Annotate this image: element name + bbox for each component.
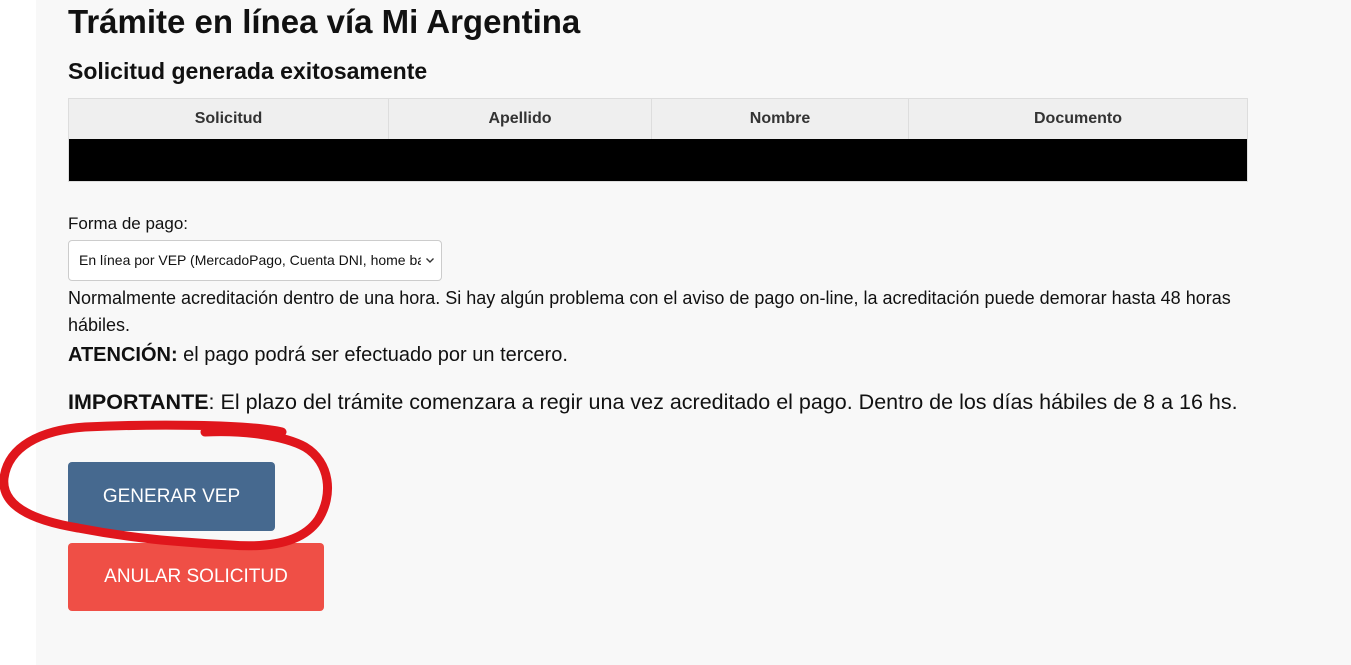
attention-note: ATENCIÓN: el pago podrá ser efectuado po…: [68, 341, 568, 369]
attention-text: el pago podrá ser efectuado por un terce…: [177, 344, 568, 366]
payment-method-selected-value: En línea por VEP (MercadoPago, Cuenta DN…: [79, 252, 421, 268]
redacted-row-cells: [69, 139, 1247, 181]
column-header-apellido: Apellido: [388, 99, 652, 139]
payment-method-select[interactable]: En línea por VEP (MercadoPago, Cuenta DN…: [68, 240, 442, 281]
page-container: Trámite en línea vía Mi Argentina Solici…: [36, 0, 1351, 665]
generate-vep-button[interactable]: GENERAR VEP: [68, 462, 275, 531]
payment-method-label: Forma de pago:: [68, 214, 189, 233]
attention-label: ATENCIÓN:: [68, 344, 178, 366]
column-header-documento: Documento: [908, 99, 1247, 139]
important-label: IMPORTANTE: [68, 390, 209, 414]
page-subtitle: Solicitud generada exitosamente: [68, 58, 428, 84]
accreditation-info: Normalmente acreditación dentro de una h…: [68, 288, 1231, 335]
request-table: Solicitud Apellido Nombre Documento: [68, 98, 1248, 182]
important-note: IMPORTANTE: El plazo del trámite comenza…: [68, 387, 1238, 417]
table-header-row: Solicitud Apellido Nombre Documento: [69, 99, 1247, 139]
column-header-nombre: Nombre: [651, 99, 909, 139]
column-header-solicitud: Solicitud: [69, 99, 389, 139]
page-title: Trámite en línea vía Mi Argentina: [68, 3, 581, 40]
table-row: [69, 139, 1247, 181]
cancel-request-button[interactable]: ANULAR SOLICITUD: [68, 543, 324, 611]
chevron-down-icon[interactable]: [425, 241, 435, 280]
important-text: : El plazo del trámite comenzara a regir…: [208, 390, 1238, 414]
